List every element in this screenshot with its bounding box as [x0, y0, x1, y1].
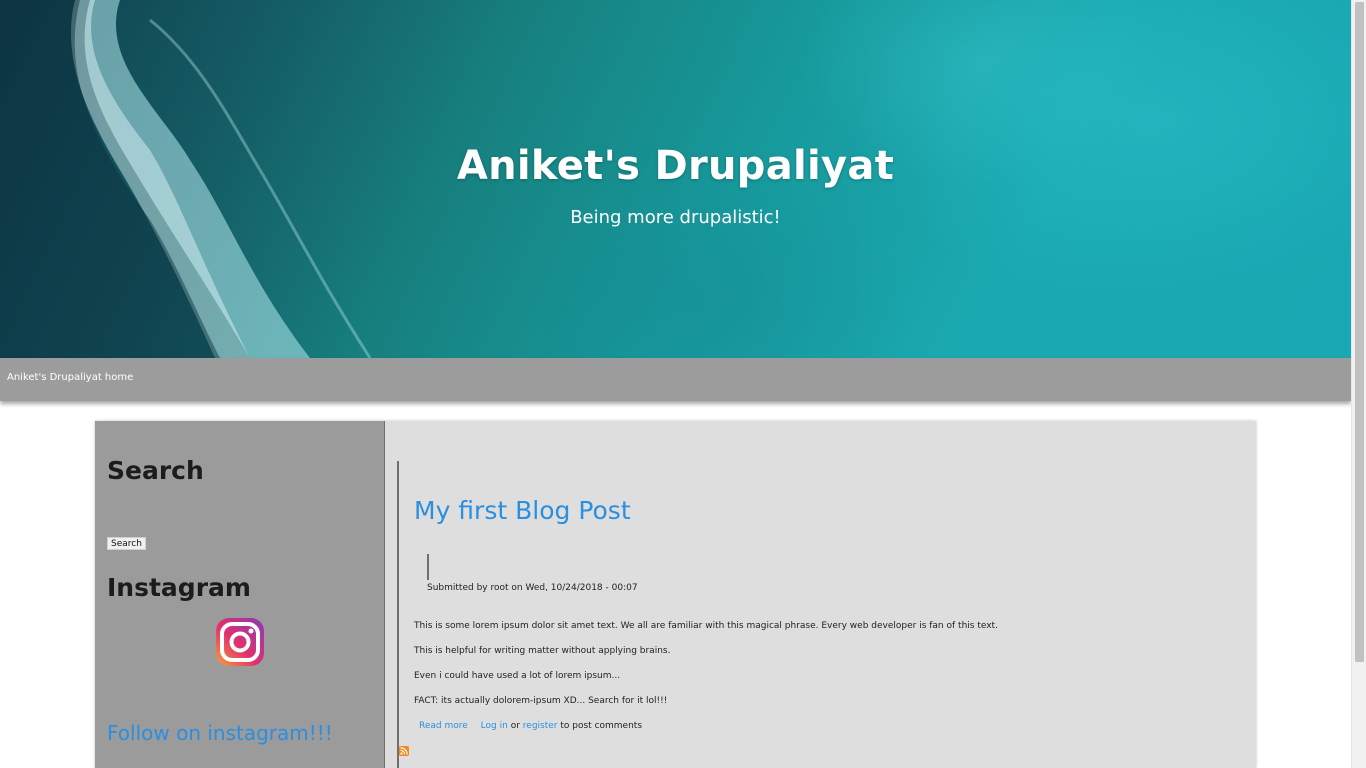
page-container: Search Search Instagram Follow on instag…: [95, 421, 1256, 768]
search-button[interactable]: Search: [107, 537, 146, 550]
site-title[interactable]: Aniket's Drupaliyat: [0, 143, 1351, 189]
article-links: Read more Log in or register to post com…: [419, 721, 642, 731]
home-link[interactable]: Aniket's Drupaliyat home: [7, 372, 133, 383]
search-block-title: Search: [107, 456, 204, 485]
article-paragraph: FACT: its actually dolorem-ipsum XD... S…: [414, 696, 668, 706]
article-paragraph: Even i could have used a lot of lorem ip…: [414, 671, 621, 681]
article-paragraph: This is some lorem ipsum dolor sit amet …: [414, 621, 998, 631]
article-title[interactable]: My first Blog Post: [414, 496, 631, 525]
main-navigation: Aniket's Drupaliyat home: [0, 358, 1351, 401]
header-banner: Aniket's Drupaliyat Being more drupalist…: [0, 0, 1351, 358]
instagram-icon[interactable]: [215, 617, 265, 667]
register-link[interactable]: register: [523, 721, 558, 731]
vertical-scrollbar[interactable]: [1351, 0, 1366, 768]
meta-divider: [427, 554, 429, 580]
or-text: or: [510, 721, 520, 731]
site-slogan: Being more drupalistic!: [570, 207, 781, 228]
follow-instagram-link[interactable]: Follow on instagram!!!: [107, 721, 333, 745]
instagram-block-title: Instagram: [107, 573, 251, 602]
post-comments-text: to post comments: [560, 721, 643, 731]
main-content: My first Blog Post Submitted by root on …: [397, 461, 1247, 768]
scrollbar-thumb[interactable]: [1355, 2, 1364, 662]
rss-feed-icon[interactable]: [399, 746, 409, 756]
sidebar: Search Search Instagram Follow on instag…: [95, 421, 385, 768]
article-paragraph: This is helpful for writing matter witho…: [414, 646, 671, 656]
submitted-info: Submitted by root on Wed, 10/24/2018 - 0…: [427, 583, 638, 593]
login-link[interactable]: Log in: [481, 721, 508, 731]
read-more-link[interactable]: Read more: [419, 721, 468, 731]
